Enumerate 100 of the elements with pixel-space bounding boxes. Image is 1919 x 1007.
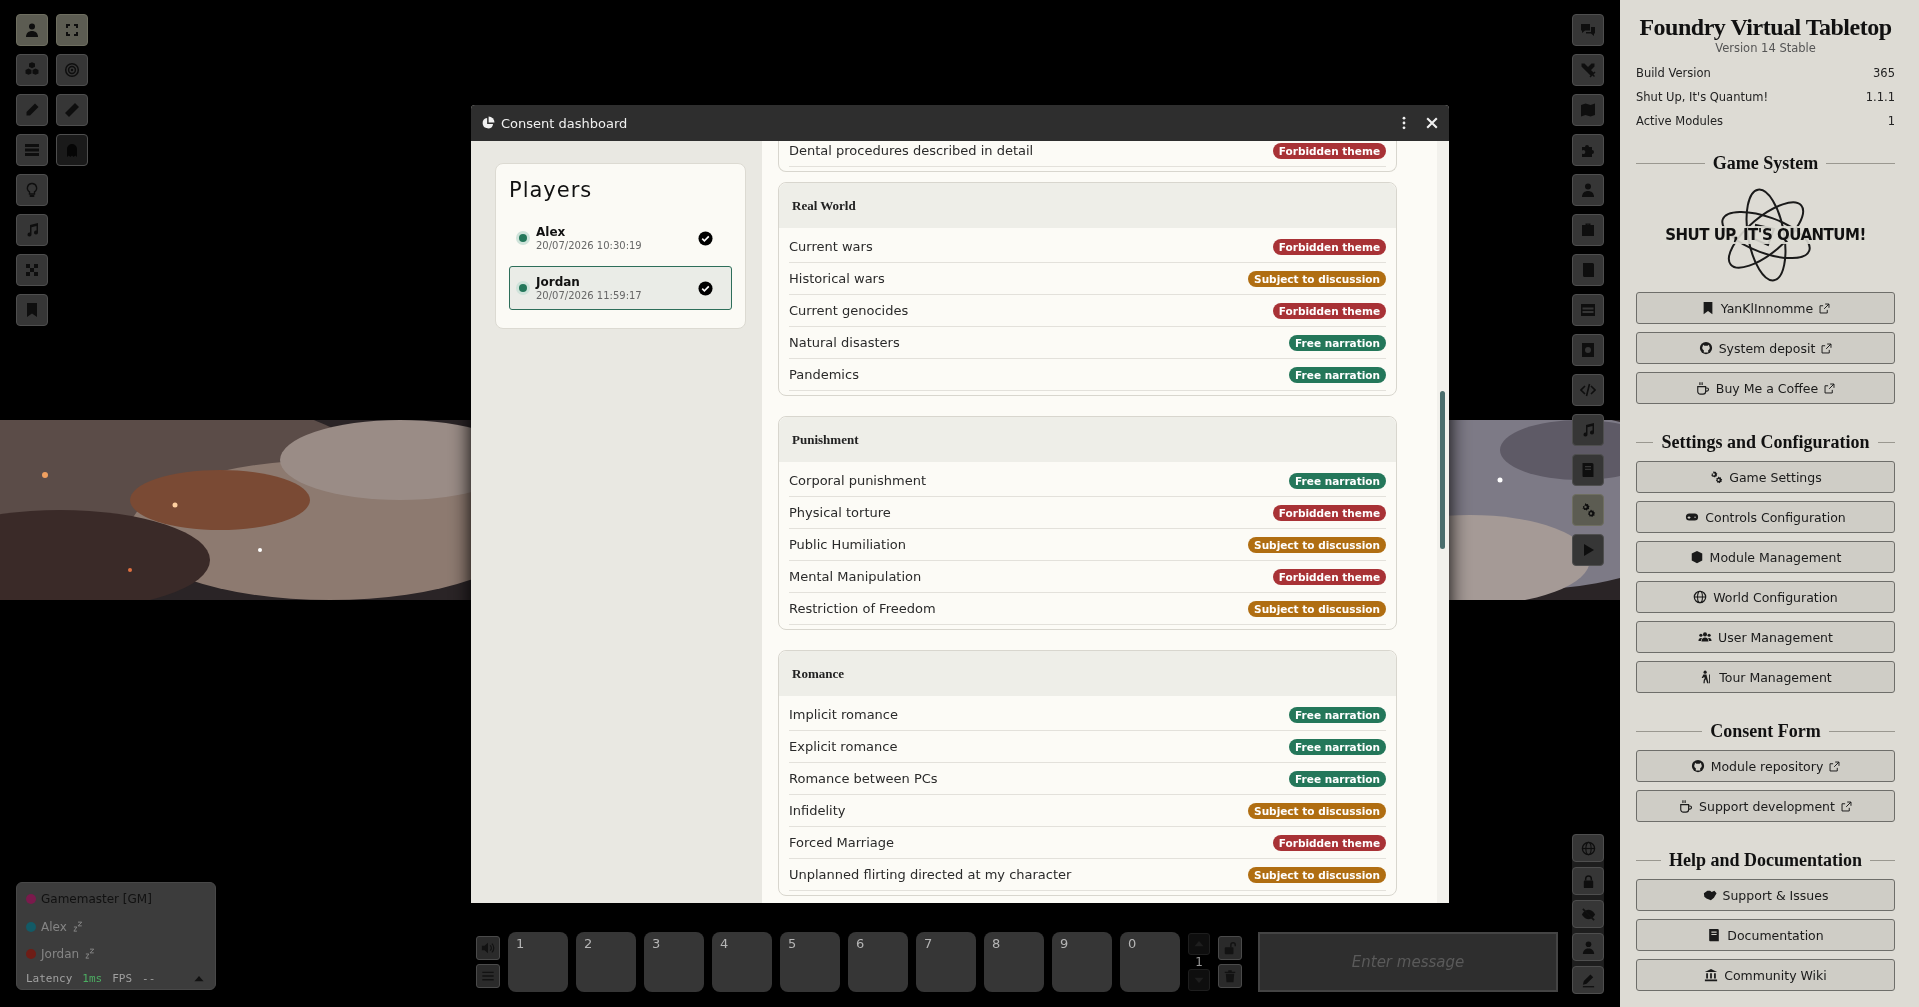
map-icon [1580, 102, 1596, 118]
scrollbar-thumb[interactable] [1440, 391, 1445, 549]
sidebar-button[interactable]: Buy Me a Coffee [1636, 372, 1895, 404]
atlas-icon [1580, 342, 1596, 358]
menu-icon [481, 969, 495, 983]
target-icon [64, 62, 80, 78]
suitcase-icon [1580, 222, 1596, 238]
info-value: 365 [1873, 66, 1895, 80]
macro-slot[interactable]: 8 [984, 932, 1044, 992]
sidebar-tab[interactable] [1572, 334, 1604, 366]
macro-slot[interactable]: 6 [848, 932, 908, 992]
scene-control-button[interactable] [16, 134, 48, 166]
sidebar-tab[interactable] [1572, 54, 1604, 86]
menu-button[interactable] [1572, 966, 1604, 994]
menu-button[interactable] [1572, 867, 1604, 895]
topic-label: Physical torture [789, 505, 891, 520]
sidebar-button[interactable]: Module Management [1636, 541, 1895, 573]
pencil-icon [24, 102, 40, 118]
sidebar-button[interactable]: User Management [1636, 621, 1895, 653]
fps-value: -- [142, 972, 156, 985]
sidebar-tab[interactable] [1572, 134, 1604, 166]
sidebar-tab[interactable] [1572, 294, 1604, 326]
status-badge: Free narration [1289, 738, 1386, 755]
macro-slot[interactable]: 0 [1120, 932, 1180, 992]
lock-button[interactable] [1218, 936, 1242, 960]
sidebar-tab[interactable] [1572, 254, 1604, 286]
sidebar-button[interactable]: YanKlInnomme [1636, 292, 1895, 324]
status-badge: Free narration [1289, 472, 1386, 489]
tool-button[interactable] [56, 94, 88, 126]
sidebar-tab[interactable] [1572, 414, 1604, 446]
sidebar-button[interactable]: Documentation [1636, 919, 1895, 951]
sidebar-tab[interactable] [1572, 214, 1604, 246]
topic-label: Current wars [789, 239, 873, 254]
sidebar-tab[interactable] [1572, 94, 1604, 126]
menu-button[interactable] [1572, 933, 1604, 961]
puzzle-piece-icon [1580, 142, 1596, 158]
status-badge: Forbidden theme [1272, 568, 1386, 585]
player-name: Alex [41, 919, 67, 934]
status-badge: Forbidden theme [1272, 834, 1386, 851]
bank-icon [1704, 968, 1719, 982]
status-badge: Free narration [1289, 706, 1386, 723]
sidebar-tab[interactable] [1572, 174, 1604, 206]
users-icon [1698, 630, 1713, 644]
pen-icon [1580, 972, 1596, 988]
topic-label: Unplanned flirting directed at my character [789, 867, 1072, 882]
pie-chart-icon [481, 116, 495, 130]
sidebar-tab[interactable] [1572, 454, 1604, 486]
scene-control-button[interactable] [16, 214, 48, 246]
scene-control-button[interactable] [16, 94, 48, 126]
info-value: 1 [1887, 114, 1895, 128]
sidebar-button[interactable]: Community Wiki [1636, 959, 1895, 991]
scene-control-button[interactable] [16, 174, 48, 206]
macro-slot[interactable]: 9 [1052, 932, 1112, 992]
player-item[interactable]: Alex 20/07/2026 10:30:19 [509, 216, 732, 260]
macro-slot[interactable]: 7 [916, 932, 976, 992]
sidebar-button[interactable]: Game Settings [1636, 461, 1895, 493]
eye-slash-icon [1580, 906, 1596, 922]
topic-label: Dental procedures described in detail [789, 143, 1034, 158]
clear-button[interactable] [1218, 964, 1242, 988]
macro-slot[interactable]: 5 [780, 932, 840, 992]
sidebar-tab[interactable] [1572, 494, 1604, 526]
sidebar-button[interactable]: Tour Management [1636, 661, 1895, 693]
macro-slot[interactable]: 2 [576, 932, 636, 992]
macro-slot[interactable]: 4 [712, 932, 772, 992]
sidebar-tab[interactable] [1572, 14, 1604, 46]
player-item[interactable]: Jordan 20/07/2026 11:59:17 [509, 266, 732, 310]
menu-button[interactable] [1572, 834, 1604, 862]
menu-button[interactable] [476, 964, 500, 988]
macro-slot[interactable]: 1 [508, 932, 568, 992]
mug-icon [1695, 381, 1710, 395]
sidebar-button[interactable]: Controls Configuration [1636, 501, 1895, 533]
sidebar-tab[interactable] [1572, 374, 1604, 406]
sidebar-tab[interactable] [1572, 534, 1604, 566]
info-label: Build Version [1636, 66, 1711, 80]
status-badge: Free narration [1289, 334, 1386, 351]
volume-button[interactable] [476, 936, 500, 960]
scene-control-button[interactable] [16, 294, 48, 326]
menu-button[interactable] [1572, 900, 1604, 928]
status-badge: Free narration [1289, 366, 1386, 383]
section-heading: Help and Documentation [1669, 850, 1862, 871]
sidebar-button[interactable]: Support development [1636, 790, 1895, 822]
person-icon [24, 22, 40, 38]
book-icon [1580, 462, 1596, 478]
sidebar-button[interactable]: World Configuration [1636, 581, 1895, 613]
tool-button[interactable] [56, 14, 88, 46]
scene-control-button[interactable] [16, 254, 48, 286]
sidebar-button[interactable]: Support & Issues [1636, 879, 1895, 911]
sidebar-button[interactable]: System deposit [1636, 332, 1895, 364]
players-heading: Players [509, 178, 594, 202]
macro-slot[interactable]: 3 [644, 932, 704, 992]
scene-control-button[interactable] [16, 54, 48, 86]
player-name: Jordan [41, 947, 80, 962]
tool-button[interactable] [56, 54, 88, 86]
topic-label: Natural disasters [789, 335, 900, 350]
scene-control-button[interactable] [16, 14, 48, 46]
globe-icon [1693, 590, 1708, 604]
sidebar-button[interactable]: Module repository [1636, 750, 1895, 782]
check-circle-icon [698, 280, 713, 296]
bookmark-icon [24, 302, 40, 318]
cubes-icon [24, 62, 40, 78]
